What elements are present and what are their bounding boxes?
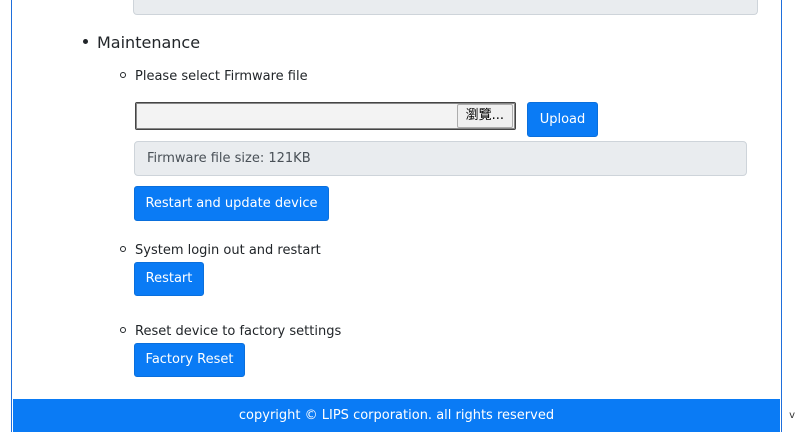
footer-copyright: copyright © LIPS corporation. all rights…: [238, 408, 555, 423]
maintenance-heading: Maintenance: [97, 33, 201, 52]
left-window-edge: [0, 0, 12, 432]
restart-button[interactable]: Restart: [134, 262, 204, 296]
circle-bullet-icon: [120, 326, 126, 333]
firmware-size-field: Firmware file size: 121KB: [134, 141, 747, 176]
firmware-label: Please select Firmware file: [120, 69, 308, 84]
previous-field-bottom: [133, 0, 758, 15]
factory-label-text: Reset device to factory settings: [135, 324, 342, 339]
bullet-icon: [83, 39, 88, 44]
factory-label: Reset device to factory settings: [120, 324, 341, 339]
system-restart-label-text: System login out and restart: [135, 243, 321, 258]
scrollbar-track[interactable]: [781, 0, 797, 432]
firmware-label-text: Please select Firmware file: [135, 69, 308, 84]
main-content: Maintenance Please select Firmware file …: [13, 0, 780, 432]
file-path-display[interactable]: [136, 103, 457, 129]
browse-button[interactable]: 瀏覽...: [456, 104, 513, 128]
system-restart-label: System login out and restart: [120, 243, 321, 258]
section-title: Maintenance: [83, 33, 200, 52]
footer: copyright © LIPS corporation. all rights…: [13, 399, 780, 432]
circle-bullet-icon: [120, 245, 126, 252]
factory-reset-button[interactable]: Factory Reset: [134, 343, 245, 377]
scroll-down-icon[interactable]: v: [789, 410, 795, 421]
restart-update-button[interactable]: Restart and update device: [134, 186, 329, 221]
circle-bullet-icon: [120, 71, 126, 78]
firmware-file-input[interactable]: 瀏覽...: [135, 102, 516, 130]
upload-button[interactable]: Upload: [527, 102, 598, 137]
